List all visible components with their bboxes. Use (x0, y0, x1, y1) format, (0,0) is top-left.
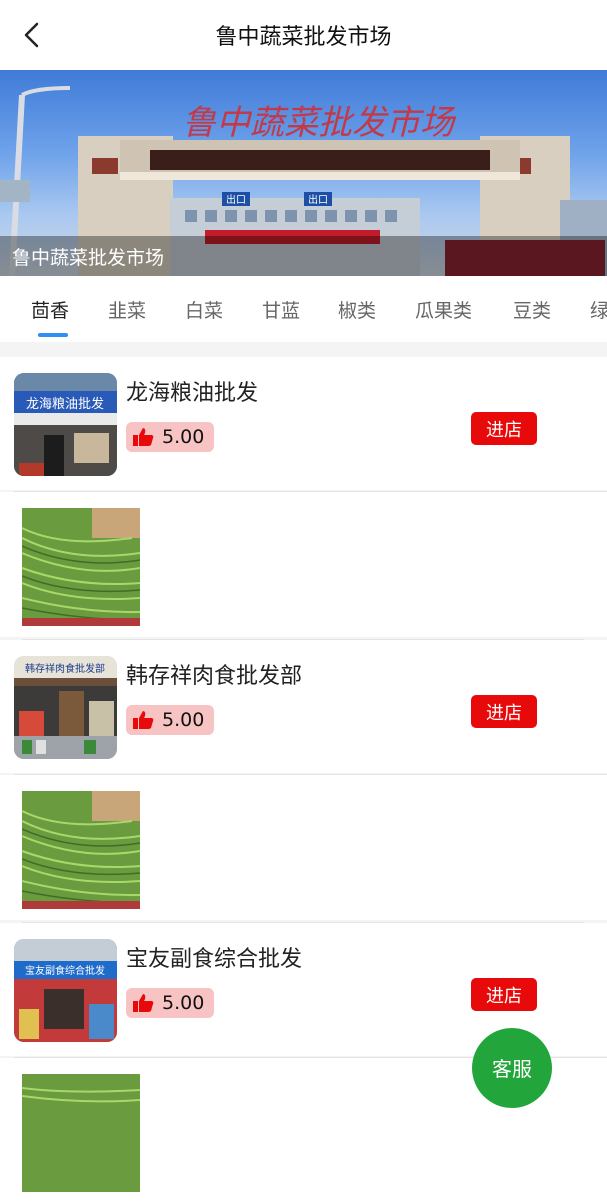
tab-beans[interactable]: 豆类 (513, 296, 551, 323)
tab-fennel[interactable]: 茴香 (31, 296, 69, 323)
tab-chives[interactable]: 韭菜 (108, 296, 146, 323)
enter-shop-button[interactable]: 进店 (471, 412, 537, 445)
banner-caption: 鲁中蔬菜批发市场 (0, 236, 607, 276)
shop-name[interactable]: 龙海粮油批发 (126, 375, 258, 407)
rating-badge: 5.00 (126, 988, 214, 1018)
svg-text:出口: 出口 (226, 193, 246, 206)
thumbs-up-icon (133, 994, 154, 1012)
enter-shop-button[interactable]: 进店 (471, 978, 537, 1011)
app-header: 鲁中蔬菜批发市场 (0, 0, 607, 70)
fennel-product-image (22, 508, 140, 626)
rating-badge: 5.00 (126, 705, 214, 735)
rating-value: 5.00 (162, 992, 205, 1014)
fennel-product-image (22, 1074, 140, 1192)
market-banner[interactable]: 鲁中蔬菜批发市场 出口 出口 鲁中蔬菜批发市场 (0, 70, 607, 276)
rating-value: 5.00 (162, 709, 205, 731)
svg-text:韩存祥肉食批发部: 韩存祥肉食批发部 (25, 662, 105, 675)
svg-text:宝友副食综合批发: 宝友副食综合批发 (25, 964, 105, 977)
tab-cabbage[interactable]: 白菜 (185, 296, 223, 323)
shop-name[interactable]: 韩存祥肉食批发部 (126, 658, 302, 690)
back-arrow-icon[interactable] (18, 20, 48, 50)
shop-storefront-image: 龙海粮油批发 (14, 373, 117, 476)
shop-card[interactable]: 龙海粮油批发 龙海粮油批发 5.00 进店 (0, 357, 607, 490)
thumbs-up-icon (133, 711, 154, 729)
svg-text:鲁中蔬菜批发市场: 鲁中蔬菜批发市场 (182, 103, 457, 143)
shop-storefront-image: 宝友副食综合批发 (14, 939, 117, 1042)
enter-shop-button[interactable]: 进店 (471, 695, 537, 728)
page-title: 鲁中蔬菜批发市场 (215, 25, 392, 50)
rating-badge: 5.00 (126, 422, 214, 452)
svg-text:出口: 出口 (308, 193, 328, 206)
product-card[interactable] (0, 775, 607, 920)
category-tabs: 茴香 韭菜 白菜 甘蓝 椒类 瓜果类 豆类 绿 (0, 276, 607, 342)
svg-text:龙海粮油批发: 龙海粮油批发 (26, 396, 104, 412)
tab-green-partial[interactable]: 绿 (590, 296, 607, 323)
shop-name[interactable]: 宝友副食综合批发 (126, 941, 302, 973)
thumbs-up-icon (133, 428, 154, 446)
tab-kale[interactable]: 甘蓝 (262, 296, 300, 323)
rating-value: 5.00 (162, 426, 205, 448)
shop-card[interactable]: 韩存祥肉食批发部 韩存祥肉食批发部 5.00 进店 (0, 640, 607, 773)
active-tab-indicator (38, 333, 68, 337)
fennel-product-image (22, 791, 140, 909)
tab-peppers[interactable]: 椒类 (338, 296, 376, 323)
product-card[interactable] (0, 492, 607, 637)
shop-storefront-image: 韩存祥肉食批发部 (14, 656, 117, 759)
tab-melons-fruits[interactable]: 瓜果类 (415, 296, 472, 323)
customer-service-button[interactable]: 客服 (472, 1028, 552, 1108)
